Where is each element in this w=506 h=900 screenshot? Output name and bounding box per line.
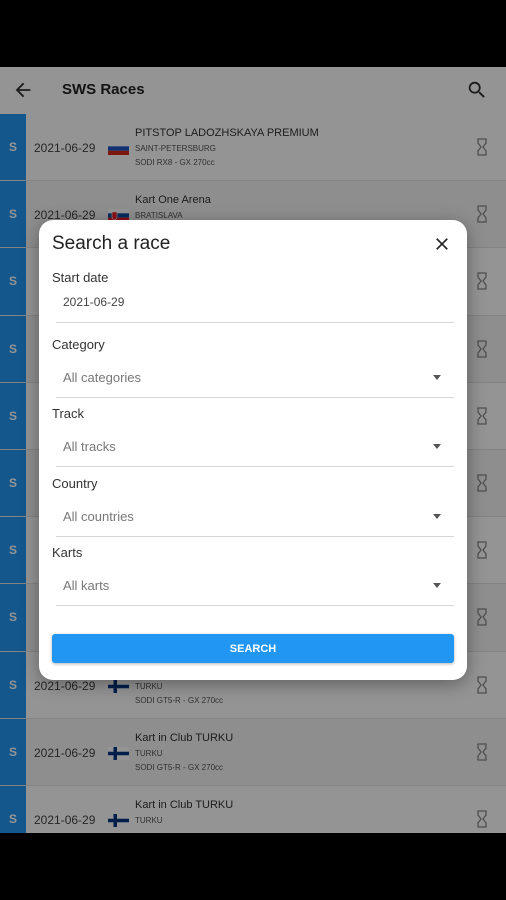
category-label: Category: [52, 337, 105, 352]
track-label: Track: [52, 406, 85, 421]
search-race-dialog: Search a race Start date 2021-06-29 Cate…: [39, 220, 467, 680]
category-dropdown[interactable]: All categories: [56, 358, 454, 398]
karts-dropdown[interactable]: All karts: [56, 566, 454, 606]
country-value: All countries: [63, 509, 134, 524]
category-value: All categories: [63, 370, 142, 385]
country-label: Country: [52, 476, 98, 491]
dialog-title: Search a race: [52, 233, 171, 254]
chevron-down-icon: [433, 583, 441, 588]
start-date-field[interactable]: 2021-06-29: [56, 283, 454, 323]
close-icon[interactable]: [432, 234, 452, 254]
chevron-down-icon: [433, 444, 441, 449]
chevron-down-icon: [433, 514, 441, 519]
country-dropdown[interactable]: All countries: [56, 497, 454, 537]
start-date-value: 2021-06-29: [63, 295, 125, 309]
track-dropdown[interactable]: All tracks: [56, 427, 454, 467]
chevron-down-icon: [433, 375, 441, 380]
karts-value: All karts: [63, 578, 110, 593]
track-value: All tracks: [63, 439, 116, 454]
search-button[interactable]: SEARCH: [52, 634, 454, 663]
karts-label: Karts: [52, 545, 83, 560]
